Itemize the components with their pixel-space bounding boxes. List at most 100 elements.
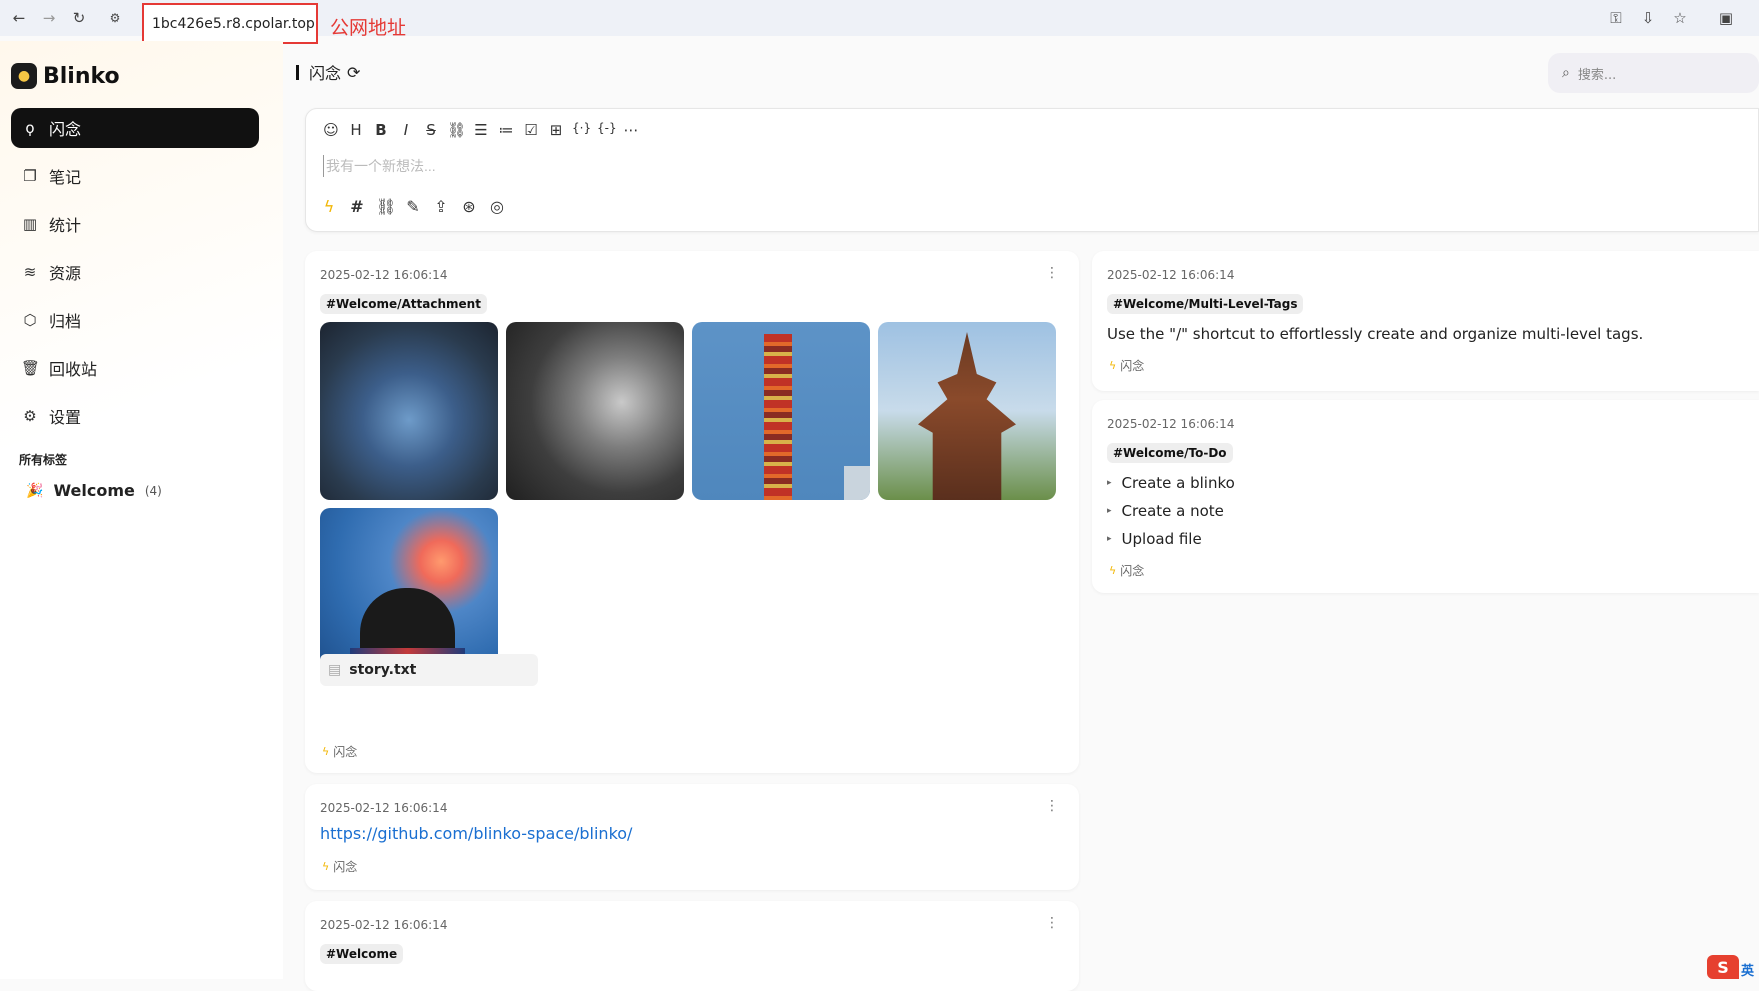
editor-toolbar: ☺ H B I S ⛓ ☰ ≔ ☑ ⊞ {·} {-} ⋯ [322, 121, 640, 139]
note-card-welcome[interactable]: 2025-02-12 16:06:14 ⋮ #Welcome [305, 901, 1079, 991]
feather-icon[interactable]: ✎ [404, 197, 422, 216]
sidebar-item-resources[interactable]: ≋ 资源 [11, 252, 259, 292]
sidebar-nav: ϙ 闪念 ❐ 笔记 ▥ 统计 ≋ 资源 ⬡ 归档 🗑 回收站 ⚙ 设置 [11, 108, 259, 444]
more-icon[interactable]: ⋯ [622, 121, 640, 139]
note-card-todo[interactable]: 2025-02-12 16:06:14 #Welcome/To-Do ▸ Cre… [1092, 400, 1759, 593]
reload-icon[interactable]: ↻ [68, 7, 90, 29]
list-item: ▸ Create a note [1107, 502, 1224, 520]
image-thumbnail[interactable] [320, 322, 498, 500]
site-settings-icon[interactable]: ⚙ [104, 7, 126, 29]
link-icon[interactable]: ⛓ [447, 121, 465, 139]
tags-section-title: 所有标签 [19, 451, 67, 468]
tag-name: Welcome [53, 481, 134, 500]
list-item: ▸ Create a blinko [1107, 474, 1235, 492]
note-type: ϟ 闪念 [1109, 357, 1144, 374]
note-card-link[interactable]: 2025-02-12 16:06:14 ⋮ https://github.com… [305, 784, 1079, 890]
note-type: ϟ 闪念 [1109, 562, 1144, 579]
lightning-icon[interactable]: ϟ [320, 197, 338, 216]
bullet-icon: ▸ [1107, 478, 1112, 488]
note-link[interactable]: https://github.com/blinko-space/blinko/ [320, 824, 632, 843]
upload-icon[interactable]: ⇪ [432, 197, 450, 216]
gear-icon: ⚙ [21, 407, 39, 425]
address-bar[interactable]: 1bc426e5.r8.cpolar.top [142, 3, 318, 44]
sidebar-item-label: 设置 [49, 404, 81, 428]
lightning-icon: ϟ [322, 745, 329, 758]
tag-count: (4) [145, 484, 162, 498]
bullet-list-icon[interactable]: ☰ [472, 121, 490, 139]
file-attachment[interactable]: ▤ story.txt [320, 654, 538, 686]
note-type: ϟ 闪念 [322, 858, 357, 875]
refresh-icon[interactable]: ⟳ [347, 63, 360, 82]
sidebar-item-label: 资源 [49, 260, 81, 284]
list-item-text: Create a blinko [1122, 474, 1235, 492]
more-vertical-icon[interactable]: ⋮ [1045, 915, 1059, 931]
sidebar-item-stats[interactable]: ▥ 统计 [11, 204, 259, 244]
bullet-icon: ▸ [1107, 506, 1112, 516]
chart-icon: ▥ [21, 215, 39, 233]
archive-icon: ⬡ [21, 311, 39, 329]
forward-arrow-icon[interactable]: → [38, 7, 60, 29]
more-vertical-icon[interactable]: ⋮ [1045, 798, 1059, 814]
lightning-icon: ϟ [322, 860, 329, 873]
image-thumbnail[interactable] [692, 322, 870, 500]
blinko-logo-icon: ● [11, 63, 37, 89]
back-arrow-icon[interactable]: ← [8, 7, 30, 29]
code-inline-icon[interactable]: {·} [572, 121, 590, 139]
sidebar-item-notes[interactable]: ❐ 笔记 [11, 156, 259, 196]
sidebar-item-label: 回收站 [49, 356, 97, 380]
note-type-label: 闪念 [333, 858, 357, 875]
sidebar-item-trash[interactable]: 🗑 回收站 [11, 348, 259, 388]
link-icon[interactable]: ⛓ [376, 197, 394, 216]
note-body: Use the "/" shortcut to effortlessly cre… [1107, 325, 1643, 343]
sidebar-item-archive[interactable]: ⬡ 归档 [11, 300, 259, 340]
heading-icon[interactable]: H [347, 121, 365, 139]
ai-icon[interactable]: ◎ [488, 197, 506, 216]
note-card-multilevel-tags[interactable]: 2025-02-12 16:06:14 #Welcome/Multi-Level… [1092, 251, 1759, 391]
strikethrough-icon[interactable]: S [422, 121, 440, 139]
bold-icon[interactable]: B [372, 121, 390, 139]
emoji-icon[interactable]: ☺ [322, 121, 340, 139]
profile-icon[interactable]: ▣ [1715, 9, 1737, 27]
star-icon[interactable]: ☆ [1669, 9, 1691, 27]
code-block-icon[interactable]: {-} [597, 121, 615, 139]
numbered-list-icon[interactable]: ≔ [497, 121, 515, 139]
hashtag-icon[interactable]: # [348, 197, 366, 216]
list-item-text: Upload file [1122, 530, 1202, 548]
note-type-label: 闪念 [333, 743, 357, 760]
note-date: 2025-02-12 16:06:14 [320, 918, 447, 932]
file-name: story.txt [349, 662, 416, 678]
note-date: 2025-02-12 16:06:14 [1107, 268, 1234, 282]
sidebar-tag-welcome[interactable]: 🎉 Welcome (4) [26, 481, 162, 500]
key-icon[interactable]: ⚿ [1605, 9, 1627, 27]
image-thumbnail[interactable] [506, 322, 684, 500]
editor-input[interactable] [323, 155, 923, 177]
sidebar-item-label: 统计 [49, 212, 81, 236]
note-tag[interactable]: #Welcome [320, 944, 403, 964]
annotation-label: 公网地址 [330, 13, 406, 40]
image-thumbnail[interactable] [878, 322, 1056, 500]
editor-bottom-tools: ϟ # ⛓ ✎ ⇪ ⊛ ◎ [320, 197, 506, 216]
voice-icon[interactable]: ⊛ [460, 197, 478, 216]
more-vertical-icon[interactable]: ⋮ [1045, 265, 1059, 281]
brand-logo[interactable]: ● Blinko [11, 63, 120, 89]
install-icon[interactable]: ⇩ [1637, 9, 1659, 27]
brand-name: Blinko [43, 64, 120, 89]
search-box[interactable]: ⌕ 搜索... [1548, 53, 1759, 93]
list-item: ▸ Upload file [1107, 530, 1202, 548]
sidebar: ● Blinko ϙ 闪念 ❐ 笔记 ▥ 统计 ≋ 资源 ⬡ 归档 🗑 回收站 … [0, 41, 283, 979]
sidebar-item-blinko[interactable]: ϙ 闪念 [11, 108, 259, 148]
note-tag[interactable]: #Welcome/Attachment [320, 294, 487, 314]
note-card-attachment[interactable]: 2025-02-12 16:06:14 ⋮ #Welcome/Attachmen… [305, 251, 1079, 773]
party-popper-icon: 🎉 [26, 483, 43, 499]
sidebar-item-settings[interactable]: ⚙ 设置 [11, 396, 259, 436]
ime-indicator[interactable]: S 英 [1707, 951, 1759, 979]
note-tag[interactable]: #Welcome/Multi-Level-Tags [1107, 294, 1303, 314]
note-date: 2025-02-12 16:06:14 [320, 801, 447, 815]
italic-icon[interactable]: I [397, 121, 415, 139]
table-icon[interactable]: ⊞ [547, 121, 565, 139]
checklist-icon[interactable]: ☑ [522, 121, 540, 139]
search-icon: ⌕ [1562, 65, 1570, 81]
note-type: ϟ 闪念 [322, 743, 357, 760]
note-tag[interactable]: #Welcome/To-Do [1107, 443, 1233, 463]
lightning-icon: ϟ [1109, 359, 1116, 372]
